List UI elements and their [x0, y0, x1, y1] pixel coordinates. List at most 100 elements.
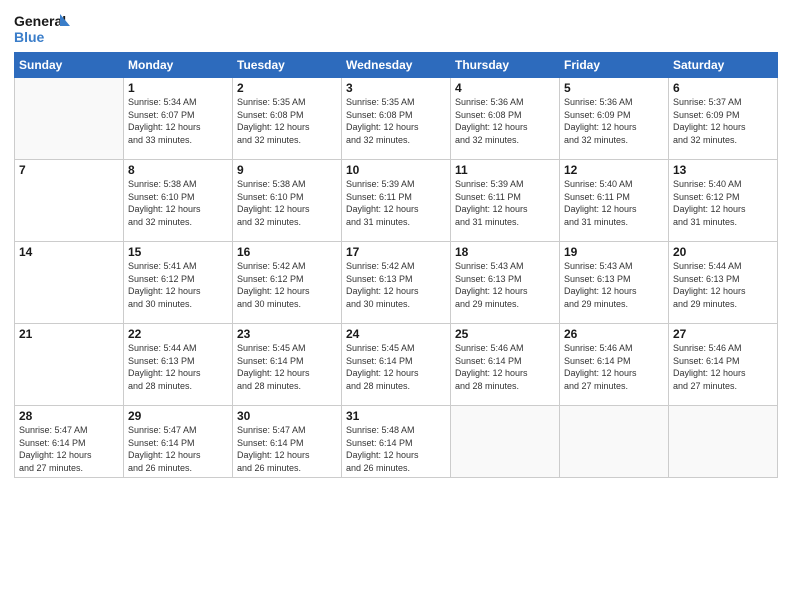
day-number: 28 — [19, 409, 119, 423]
calendar-cell: 15Sunrise: 5:41 AM Sunset: 6:12 PM Dayli… — [124, 242, 233, 324]
cell-info: Sunrise: 5:39 AM Sunset: 6:11 PM Dayligh… — [455, 178, 555, 228]
cell-info: Sunrise: 5:47 AM Sunset: 6:14 PM Dayligh… — [19, 424, 119, 474]
calendar-cell — [669, 406, 778, 478]
week-row-4: 21 22Sunrise: 5:44 AM Sunset: 6:13 PM Day… — [15, 324, 778, 406]
calendar-cell: 30Sunrise: 5:47 AM Sunset: 6:14 PM Dayli… — [233, 406, 342, 478]
day-number: 12 — [564, 163, 664, 177]
calendar-cell: 3Sunrise: 5:35 AM Sunset: 6:08 PM Daylig… — [342, 78, 451, 160]
header: GeneralBlue — [14, 10, 778, 46]
day-number: 26 — [564, 327, 664, 341]
calendar-cell: 27Sunrise: 5:46 AM Sunset: 6:14 PM Dayli… — [669, 324, 778, 406]
calendar-cell: 25Sunrise: 5:46 AM Sunset: 6:14 PM Dayli… — [451, 324, 560, 406]
calendar-cell: 11Sunrise: 5:39 AM Sunset: 6:11 PM Dayli… — [451, 160, 560, 242]
cell-info: Sunrise: 5:40 AM Sunset: 6:11 PM Dayligh… — [564, 178, 664, 228]
calendar-table: SundayMondayTuesdayWednesdayThursdayFrid… — [14, 52, 778, 478]
day-number: 22 — [128, 327, 228, 341]
calendar-cell — [560, 406, 669, 478]
cell-info: Sunrise: 5:47 AM Sunset: 6:14 PM Dayligh… — [237, 424, 337, 474]
cell-info: Sunrise: 5:48 AM Sunset: 6:14 PM Dayligh… — [346, 424, 446, 474]
day-number: 18 — [455, 245, 555, 259]
day-header-monday: Monday — [124, 53, 233, 78]
logo-svg: GeneralBlue — [14, 10, 74, 46]
day-number: 19 — [564, 245, 664, 259]
calendar-cell: 21 — [15, 324, 124, 406]
day-number: 1 — [128, 81, 228, 95]
week-row-1: 1Sunrise: 5:34 AM Sunset: 6:07 PM Daylig… — [15, 78, 778, 160]
day-number: 10 — [346, 163, 446, 177]
cell-info: Sunrise: 5:46 AM Sunset: 6:14 PM Dayligh… — [455, 342, 555, 392]
week-row-5: 28Sunrise: 5:47 AM Sunset: 6:14 PM Dayli… — [15, 406, 778, 478]
cell-info: Sunrise: 5:45 AM Sunset: 6:14 PM Dayligh… — [237, 342, 337, 392]
day-number: 31 — [346, 409, 446, 423]
calendar-cell: 1Sunrise: 5:34 AM Sunset: 6:07 PM Daylig… — [124, 78, 233, 160]
week-row-2: 7 8Sunrise: 5:38 AM Sunset: 6:10 PM Dayli… — [15, 160, 778, 242]
day-header-thursday: Thursday — [451, 53, 560, 78]
calendar-body: 1Sunrise: 5:34 AM Sunset: 6:07 PM Daylig… — [15, 78, 778, 478]
calendar-cell: 28Sunrise: 5:47 AM Sunset: 6:14 PM Dayli… — [15, 406, 124, 478]
cell-info: Sunrise: 5:44 AM Sunset: 6:13 PM Dayligh… — [128, 342, 228, 392]
day-number: 20 — [673, 245, 773, 259]
day-number: 14 — [19, 245, 119, 259]
day-number: 5 — [564, 81, 664, 95]
cell-info: Sunrise: 5:42 AM Sunset: 6:13 PM Dayligh… — [346, 260, 446, 310]
calendar-cell: 14 — [15, 242, 124, 324]
days-header-row: SundayMondayTuesdayWednesdayThursdayFrid… — [15, 53, 778, 78]
day-number: 11 — [455, 163, 555, 177]
day-header-tuesday: Tuesday — [233, 53, 342, 78]
day-number: 17 — [346, 245, 446, 259]
cell-info: Sunrise: 5:46 AM Sunset: 6:14 PM Dayligh… — [673, 342, 773, 392]
calendar-cell: 5Sunrise: 5:36 AM Sunset: 6:09 PM Daylig… — [560, 78, 669, 160]
day-number: 21 — [19, 327, 119, 341]
cell-info: Sunrise: 5:35 AM Sunset: 6:08 PM Dayligh… — [346, 96, 446, 146]
calendar-cell: 29Sunrise: 5:47 AM Sunset: 6:14 PM Dayli… — [124, 406, 233, 478]
calendar-cell: 16Sunrise: 5:42 AM Sunset: 6:12 PM Dayli… — [233, 242, 342, 324]
calendar-cell — [451, 406, 560, 478]
calendar-cell: 7 — [15, 160, 124, 242]
cell-info: Sunrise: 5:40 AM Sunset: 6:12 PM Dayligh… — [673, 178, 773, 228]
svg-text:General: General — [14, 13, 66, 29]
day-header-saturday: Saturday — [669, 53, 778, 78]
day-number: 4 — [455, 81, 555, 95]
svg-text:Blue: Blue — [14, 29, 45, 45]
calendar-cell: 24Sunrise: 5:45 AM Sunset: 6:14 PM Dayli… — [342, 324, 451, 406]
cell-info: Sunrise: 5:34 AM Sunset: 6:07 PM Dayligh… — [128, 96, 228, 146]
calendar-cell: 9Sunrise: 5:38 AM Sunset: 6:10 PM Daylig… — [233, 160, 342, 242]
cell-info: Sunrise: 5:46 AM Sunset: 6:14 PM Dayligh… — [564, 342, 664, 392]
day-number: 29 — [128, 409, 228, 423]
day-number: 30 — [237, 409, 337, 423]
cell-info: Sunrise: 5:44 AM Sunset: 6:13 PM Dayligh… — [673, 260, 773, 310]
cell-info: Sunrise: 5:41 AM Sunset: 6:12 PM Dayligh… — [128, 260, 228, 310]
day-header-sunday: Sunday — [15, 53, 124, 78]
calendar-cell: 26Sunrise: 5:46 AM Sunset: 6:14 PM Dayli… — [560, 324, 669, 406]
cell-info: Sunrise: 5:35 AM Sunset: 6:08 PM Dayligh… — [237, 96, 337, 146]
cell-info: Sunrise: 5:37 AM Sunset: 6:09 PM Dayligh… — [673, 96, 773, 146]
cell-info: Sunrise: 5:38 AM Sunset: 6:10 PM Dayligh… — [237, 178, 337, 228]
calendar-cell: 22Sunrise: 5:44 AM Sunset: 6:13 PM Dayli… — [124, 324, 233, 406]
day-number: 3 — [346, 81, 446, 95]
cell-info: Sunrise: 5:47 AM Sunset: 6:14 PM Dayligh… — [128, 424, 228, 474]
calendar-cell: 10Sunrise: 5:39 AM Sunset: 6:11 PM Dayli… — [342, 160, 451, 242]
calendar-cell: 23Sunrise: 5:45 AM Sunset: 6:14 PM Dayli… — [233, 324, 342, 406]
page: GeneralBlue SundayMondayTuesdayWednesday… — [0, 0, 792, 612]
calendar-cell: 6Sunrise: 5:37 AM Sunset: 6:09 PM Daylig… — [669, 78, 778, 160]
day-header-friday: Friday — [560, 53, 669, 78]
calendar-cell: 19Sunrise: 5:43 AM Sunset: 6:13 PM Dayli… — [560, 242, 669, 324]
calendar-cell: 20Sunrise: 5:44 AM Sunset: 6:13 PM Dayli… — [669, 242, 778, 324]
cell-info: Sunrise: 5:36 AM Sunset: 6:08 PM Dayligh… — [455, 96, 555, 146]
day-number: 25 — [455, 327, 555, 341]
day-number: 16 — [237, 245, 337, 259]
calendar-cell: 31Sunrise: 5:48 AM Sunset: 6:14 PM Dayli… — [342, 406, 451, 478]
cell-info: Sunrise: 5:39 AM Sunset: 6:11 PM Dayligh… — [346, 178, 446, 228]
day-number: 23 — [237, 327, 337, 341]
day-number: 2 — [237, 81, 337, 95]
cell-info: Sunrise: 5:42 AM Sunset: 6:12 PM Dayligh… — [237, 260, 337, 310]
logo: GeneralBlue — [14, 10, 74, 46]
day-number: 24 — [346, 327, 446, 341]
cell-info: Sunrise: 5:43 AM Sunset: 6:13 PM Dayligh… — [564, 260, 664, 310]
cell-info: Sunrise: 5:36 AM Sunset: 6:09 PM Dayligh… — [564, 96, 664, 146]
day-number: 13 — [673, 163, 773, 177]
calendar-cell: 8Sunrise: 5:38 AM Sunset: 6:10 PM Daylig… — [124, 160, 233, 242]
day-number: 7 — [19, 163, 119, 177]
cell-info: Sunrise: 5:38 AM Sunset: 6:10 PM Dayligh… — [128, 178, 228, 228]
calendar-cell — [15, 78, 124, 160]
